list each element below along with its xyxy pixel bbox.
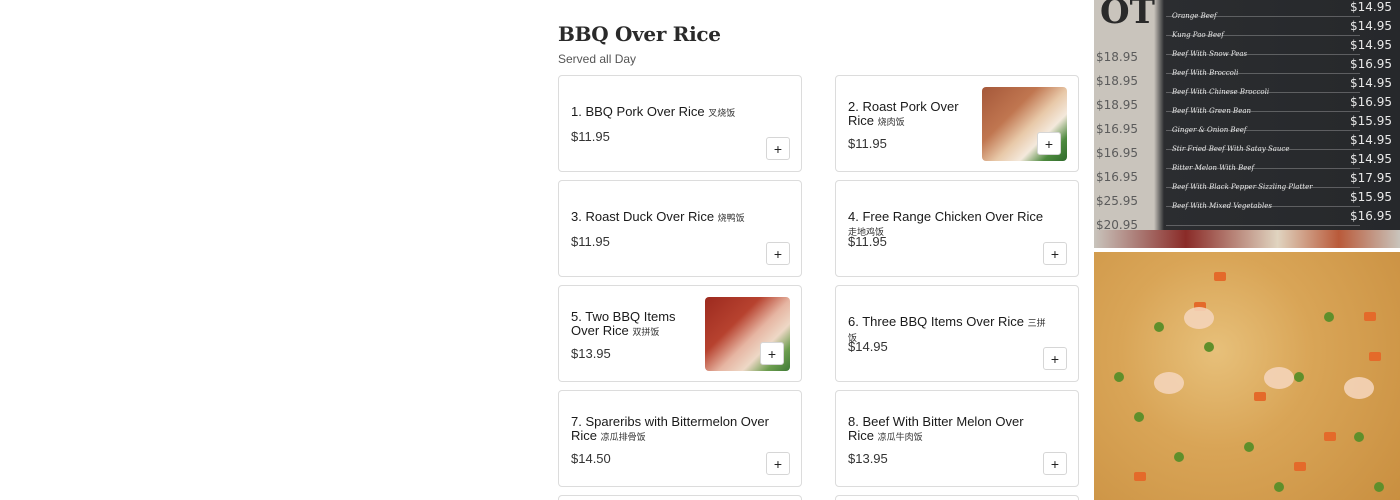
item-name: 8. Beef With Bitter Melon Over Rice 凉瓜牛肉…: [848, 414, 1024, 443]
section-title: BBQ Over Rice: [558, 22, 721, 46]
menu-item-card[interactable]: 4. Free Range Chicken Over Rice 走地鸡饭 $11.…: [835, 180, 1079, 277]
add-item-button[interactable]: +: [1037, 132, 1061, 155]
pea: [1114, 372, 1124, 382]
item-name: 3. Roast Duck Over Rice 烧鸭饭: [571, 209, 745, 224]
add-item-button[interactable]: +: [760, 342, 784, 365]
item-price: $11.95: [571, 234, 610, 249]
item-price: $14.50: [571, 451, 611, 466]
board-price: $15.95: [1350, 190, 1392, 204]
menu-item-card[interactable]: 7. Spareribs with Bittermelon Over Rice …: [558, 390, 802, 487]
board-left-price: $16.95: [1096, 122, 1138, 136]
item-name: 2. Roast Pork Over Rice 烧肉饭: [848, 99, 959, 128]
board-dish: Stir Fried Beef With Satay Sauce: [1172, 145, 1290, 153]
item-price: $13.95: [571, 346, 611, 361]
menu-item-card-partial[interactable]: [835, 495, 1079, 500]
pea: [1374, 482, 1384, 492]
board-dish: Beef With Green Bean: [1172, 107, 1252, 115]
board-dish: Beef With Chinese Broccoli: [1172, 88, 1270, 96]
board-rule: [1166, 225, 1360, 226]
item-chinese-name: 烧鸭饭: [717, 213, 745, 223]
shrimp: [1344, 377, 1374, 399]
pea: [1274, 482, 1284, 492]
board-dish: Ginger & Onion Beef: [1172, 126, 1247, 134]
board-dish: Kung Pao Beef: [1172, 31, 1224, 39]
item-name: 7. Spareribs with Bittermelon Over Rice …: [571, 414, 769, 443]
add-item-button[interactable]: +: [766, 137, 790, 160]
item-price: $13.95: [848, 451, 888, 466]
pea: [1134, 412, 1144, 422]
shrimp: [1264, 367, 1294, 389]
board-price: $16.95: [1350, 57, 1392, 71]
item-name: 1. BBQ Pork Over Rice 叉烧饭: [571, 104, 736, 119]
add-item-button[interactable]: +: [1043, 452, 1067, 475]
board-dish: Beef With Mixed Vegetables: [1172, 202, 1272, 210]
board-dish: Beef With Broccoli: [1172, 69, 1239, 77]
fried-rice-photo: [1094, 252, 1400, 500]
item-image[interactable]: +: [705, 297, 790, 371]
board-left-price: $18.95: [1096, 98, 1138, 112]
board-price: $14.95: [1350, 76, 1392, 90]
item-price: $14.95: [848, 339, 888, 354]
board-left-price: $18.95: [1096, 50, 1138, 64]
board-left-price: $16.95: [1096, 146, 1138, 160]
menu-item-card[interactable]: 1. BBQ Pork Over Rice 叉烧饭 $11.95 +: [558, 75, 802, 172]
pea: [1354, 432, 1364, 442]
item-chinese-name: 烧肉饭: [877, 117, 905, 127]
board-price: $15.95: [1350, 114, 1392, 128]
section-subtitle: Served all Day: [558, 52, 637, 66]
carrot: [1294, 462, 1306, 471]
carrot: [1254, 392, 1266, 401]
item-price: $11.95: [848, 234, 887, 249]
add-item-button[interactable]: +: [766, 452, 790, 475]
menu-item-card[interactable]: 5. Two BBQ Items Over Rice 双拼饭 $13.95 +: [558, 285, 802, 382]
menu-item-card[interactable]: 2. Roast Pork Over Rice 烧肉饭 $11.95 +: [835, 75, 1079, 172]
item-chinese-name: 凉瓜牛肉饭: [877, 432, 923, 442]
board-left-price: $16.95: [1096, 170, 1138, 184]
item-price: $11.95: [848, 136, 887, 151]
board-left-price: $25.95: [1096, 194, 1138, 208]
item-image[interactable]: +: [982, 87, 1067, 161]
board-price: $16.95: [1350, 209, 1392, 223]
add-item-button[interactable]: +: [1043, 347, 1067, 370]
pea: [1324, 312, 1334, 322]
menu-item-card-partial[interactable]: [558, 495, 802, 500]
shrimp: [1184, 307, 1214, 329]
pea: [1154, 322, 1164, 332]
item-chinese-name: 双拼饭: [632, 327, 660, 337]
menu-item-card[interactable]: 3. Roast Duck Over Rice 烧鸭饭 $11.95 +: [558, 180, 802, 277]
board-price: $14.95: [1350, 152, 1392, 166]
board-price: $14.95: [1350, 19, 1392, 33]
item-name: 5. Two BBQ Items Over Rice 双拼饭: [571, 309, 676, 338]
add-item-button[interactable]: +: [1043, 242, 1067, 265]
item-chinese-name: 叉烧饭: [708, 108, 736, 118]
pea: [1244, 442, 1254, 452]
menu-item-card[interactable]: 6. Three BBQ Items Over Rice 三拼饭 $14.95 +: [835, 285, 1079, 382]
add-item-button[interactable]: +: [766, 242, 790, 265]
board-price: $14.95: [1350, 0, 1392, 14]
board-price: $16.95: [1350, 95, 1392, 109]
board-dish: Beef With Snow Peas: [1172, 50, 1248, 58]
shrimp: [1154, 372, 1184, 394]
board-dish: Bitter Melon With Beef: [1172, 164, 1255, 172]
board-dish: Orange Beef: [1172, 12, 1217, 20]
board-dish: Beef With Black Pepper Sizzling Platter: [1172, 183, 1313, 191]
carrot: [1134, 472, 1146, 481]
pea: [1204, 342, 1214, 352]
item-price: $11.95: [571, 129, 610, 144]
board-heading: OT: [1100, 0, 1155, 32]
board-price: $17.95: [1350, 171, 1392, 185]
board-left-price: $18.95: [1096, 74, 1138, 88]
board-price: $14.95: [1350, 38, 1392, 52]
pea: [1294, 372, 1304, 382]
carrot: [1324, 432, 1336, 441]
carrot: [1214, 272, 1226, 281]
carrot: [1364, 312, 1376, 321]
board-price: $14.95: [1350, 133, 1392, 147]
menu-board-photo: OT $14.95 $14.95 $14.95 $16.95 $14.95 $16.95 $…: [1094, 0, 1400, 248]
carrot: [1369, 352, 1381, 361]
pea: [1174, 452, 1184, 462]
menu-item-card[interactable]: 8. Beef With Bitter Melon Over Rice 凉瓜牛肉…: [835, 390, 1079, 487]
item-chinese-name: 凉瓜排骨饭: [600, 432, 646, 442]
menu-section: BBQ Over Rice Served all Day: [558, 22, 1080, 66]
